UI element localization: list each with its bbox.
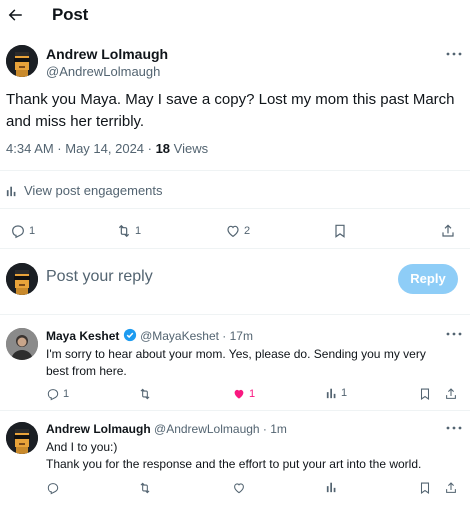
divider <box>0 170 470 171</box>
views-count: 1 <box>341 387 348 399</box>
reply-author-handle[interactable]: @MayaKeshet <box>140 329 219 343</box>
reply-author-avatar[interactable] <box>6 422 38 454</box>
reply-count: 1 <box>63 388 70 400</box>
post-text: Thank you Maya. May I save a copy? Lost … <box>6 91 455 130</box>
repost-count: 1 <box>135 225 142 237</box>
reply-icon <box>46 387 60 401</box>
reply-time[interactable]: · 1m <box>260 422 287 436</box>
reply-time[interactable]: · 17m <box>219 329 253 343</box>
like-action[interactable]: 1 <box>232 387 255 401</box>
like-count: 1 <box>249 388 256 400</box>
more-options-icon[interactable] <box>446 331 462 337</box>
views-action[interactable]: 1 <box>326 387 347 399</box>
reply-text: I'm sorry to hear about your mom. Yes, p… <box>46 347 426 378</box>
divider <box>0 248 470 249</box>
post-timestamp[interactable]: 4:34 AM · May 14, 2024 · <box>6 141 156 156</box>
reply-author-name[interactable]: Andrew Lolmaugh <box>46 422 151 436</box>
more-options-icon[interactable] <box>446 51 462 57</box>
reply-icon <box>46 481 60 495</box>
share-action[interactable] <box>444 387 458 401</box>
bookmark-icon <box>332 223 348 239</box>
repost-icon <box>138 387 152 401</box>
bookmark-icon <box>418 387 432 401</box>
like-count: 2 <box>244 225 251 237</box>
reply-count: 1 <box>29 225 36 237</box>
reply-author-name[interactable]: Maya Keshet <box>46 329 119 343</box>
more-options-icon[interactable] <box>446 425 462 431</box>
bookmark-action[interactable] <box>332 223 348 239</box>
reply-author-handle[interactable]: @AndrewLolmaugh <box>154 422 260 436</box>
bookmark-action[interactable] <box>418 481 432 495</box>
reply-text-line: Thank you for the response and the effor… <box>46 457 422 471</box>
heart-icon <box>232 481 246 495</box>
share-icon <box>444 387 458 401</box>
share-action[interactable] <box>444 481 458 495</box>
top-bar: Post <box>0 0 470 32</box>
page-title: Post <box>52 5 89 24</box>
repost-action[interactable]: 1 <box>116 223 141 239</box>
like-action[interactable] <box>232 481 246 495</box>
reply-author-avatar[interactable] <box>6 328 38 360</box>
author-name[interactable]: Andrew Lolmaugh <box>46 46 168 62</box>
heart-icon <box>225 223 241 239</box>
reply-button[interactable]: Reply <box>398 264 458 294</box>
bookmark-icon <box>418 481 432 495</box>
reply-header: Maya Keshet @MayaKeshet · 17m <box>46 328 253 343</box>
analytics-icon <box>326 481 338 493</box>
my-avatar[interactable] <box>6 263 38 295</box>
reply-header: Andrew Lolmaugh @AndrewLolmaugh · 1m <box>46 422 287 436</box>
verified-badge-icon <box>123 328 137 342</box>
reply-action[interactable]: 1 <box>46 387 69 401</box>
author-avatar[interactable] <box>6 45 38 77</box>
divider <box>0 314 470 315</box>
reply-action[interactable] <box>46 481 60 495</box>
repost-action[interactable] <box>138 387 152 401</box>
repost-icon <box>138 481 152 495</box>
bookmark-action[interactable] <box>418 387 432 401</box>
divider <box>0 410 470 411</box>
divider <box>0 208 470 209</box>
author-handle[interactable]: @AndrewLolmaugh <box>46 64 160 79</box>
analytics-icon <box>326 387 338 399</box>
reply-input[interactable]: Post your reply <box>46 268 153 286</box>
views-count: 18 <box>155 141 171 156</box>
reply-action[interactable]: 1 <box>10 223 35 239</box>
heart-filled-icon <box>232 387 246 401</box>
reply-text-line: And I to you:) <box>46 440 118 454</box>
post-meta: 4:34 AM · May 14, 2024 · 18 Views <box>6 141 208 156</box>
analytics-icon <box>6 185 18 197</box>
repost-action[interactable] <box>138 481 152 495</box>
like-action[interactable]: 2 <box>225 223 250 239</box>
share-icon <box>440 223 456 239</box>
views-label: Views <box>170 141 209 156</box>
reply-text: And I to you:) Thank you for the respons… <box>46 439 456 473</box>
share-icon <box>444 481 458 495</box>
engagements-label: View post engagements <box>24 183 163 198</box>
back-arrow-icon[interactable] <box>6 6 24 24</box>
views-action[interactable] <box>326 481 338 493</box>
view-engagements-link[interactable]: View post engagements <box>6 183 163 198</box>
reply-icon <box>10 223 26 239</box>
repost-icon <box>116 223 132 239</box>
share-action[interactable] <box>440 223 456 239</box>
